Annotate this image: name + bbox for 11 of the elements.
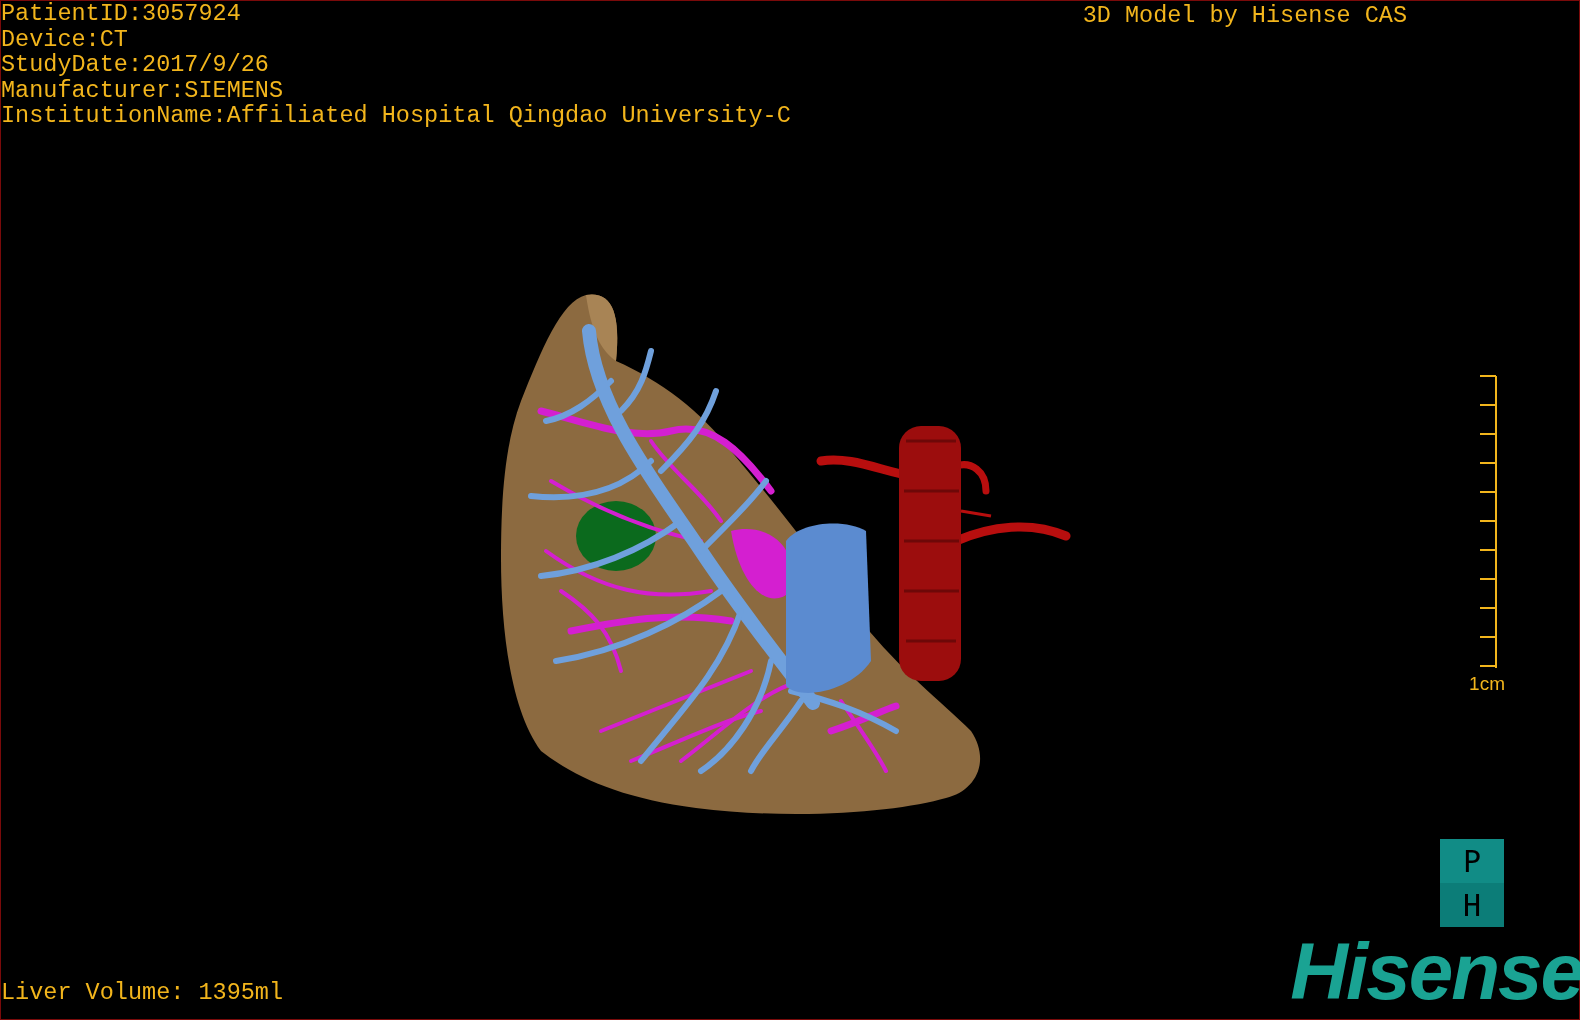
liver-volume-text: Liver Volume: 1395ml [1,979,284,1005]
patient-info-text: InstitutionName:Affiliated Hospital Qingdao University-C [1,103,791,129]
scale-bar-icon [1479,373,1499,670]
patient-info-text: StudyDate:2017/9/26 [1,52,270,78]
orientation-marker: P [1440,839,1504,883]
patient-info-text: PatientID:3057924 [1,1,242,27]
patient-info-text: Device:CT [1,26,129,52]
scale-label: 1cm [1469,672,1505,695]
orientation-marker: H [1440,883,1504,927]
viewer-title: 3D Model by Hisense CAS [1082,3,1407,29]
patient-info-text: Manufacturer:SIEMENS [1,77,285,103]
